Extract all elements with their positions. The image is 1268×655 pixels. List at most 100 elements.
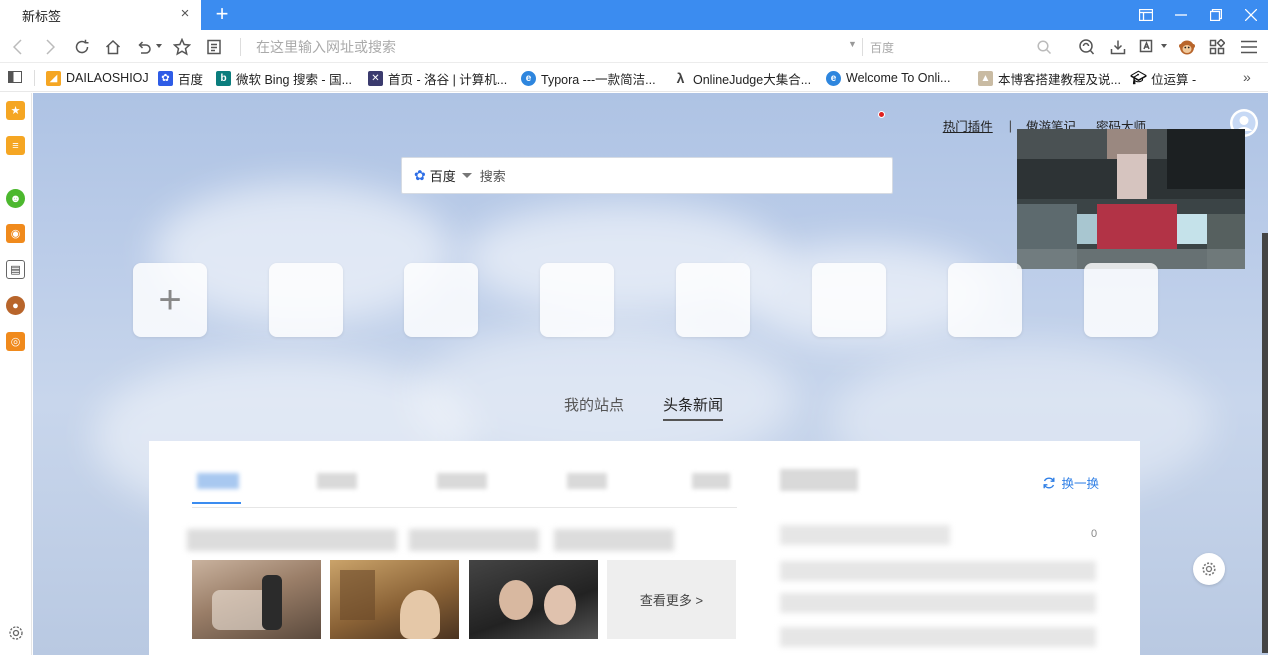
news-panel: 换一换 查看更多 > 0: [149, 441, 1140, 655]
weibo-icon[interactable]: ◎: [6, 332, 25, 351]
monkey-icon[interactable]: ●: [6, 296, 25, 315]
reader-icon[interactable]: [204, 37, 224, 57]
view-more-button[interactable]: 查看更多 >: [607, 560, 736, 639]
search-engine-input[interactable]: 百度: [870, 39, 894, 56]
category-divider: [192, 507, 737, 508]
news-headline[interactable]: [554, 529, 674, 551]
back-icon[interactable]: [8, 37, 28, 57]
scrollbar[interactable]: [1262, 233, 1268, 653]
news-category-tab[interactable]: [437, 473, 487, 489]
bookmark-bing[interactable]: b 微软 Bing 搜索 - 国...: [216, 69, 352, 87]
search-input[interactable]: 搜索: [480, 166, 506, 185]
sidebar-toggle-icon[interactable]: [8, 71, 22, 83]
sidebar: ★ ≡ ☻ ◉ ▤ ● ◎: [0, 93, 32, 655]
site-tile[interactable]: [1084, 263, 1158, 337]
home-icon[interactable]: [103, 37, 123, 57]
screenshot-dropdown-icon[interactable]: [1161, 44, 1167, 48]
news-category-tab[interactable]: [567, 473, 607, 489]
sidebar-settings-icon[interactable]: [8, 625, 24, 641]
apps-grid-icon[interactable]: [1207, 37, 1227, 57]
undo-close-icon[interactable]: [134, 37, 154, 57]
graduation-cap-icon: 🎓︎: [1130, 70, 1147, 85]
window-layout-icon[interactable]: [1129, 0, 1163, 30]
site-tile[interactable]: [269, 263, 343, 337]
search-engine-selector[interactable]: ✿ 百度: [414, 166, 472, 185]
blog-icon: ▲: [978, 70, 993, 86]
news-category-tab[interactable]: [197, 473, 239, 489]
restore-icon[interactable]: [1199, 0, 1233, 30]
bookmark-onlinejudge[interactable]: λ OnlineJudge大集合...: [673, 69, 812, 87]
bookmark-label: 首页 - 洛谷 | 计算机...: [388, 72, 508, 87]
news-category-tab[interactable]: [780, 469, 858, 491]
page-settings-button[interactable]: [1193, 553, 1225, 585]
tab-my-sites[interactable]: 我的站点: [564, 394, 624, 415]
site-tile[interactable]: [812, 263, 886, 337]
active-tab-underline: [663, 419, 723, 421]
feedback-icon[interactable]: [1077, 37, 1097, 57]
news-category-tab[interactable]: [317, 473, 357, 489]
hot-plugins-link[interactable]: 热门插件: [943, 116, 993, 135]
site-tile[interactable]: [948, 263, 1022, 337]
bookmark-label: 百度: [178, 72, 204, 87]
bookmark-bitwise[interactable]: 🎓︎ 位运算 -: [1130, 69, 1197, 87]
minimize-icon[interactable]: [1164, 0, 1198, 30]
tab-title: 新标签: [22, 8, 62, 24]
menu-icon[interactable]: [1239, 37, 1259, 57]
ie-icon: e: [521, 70, 536, 86]
bookmark-typora[interactable]: e Typora ---一款简洁...: [521, 69, 656, 87]
rank-item[interactable]: [780, 593, 1096, 613]
reload-icon[interactable]: [72, 37, 92, 57]
refresh-button[interactable]: 换一换: [1042, 473, 1099, 492]
bookmark-baidu[interactable]: ✿ 百度: [158, 69, 203, 87]
bookmarks-bar: ◢ DAILAOSHIOJ ✿ 百度 b 微软 Bing 搜索 - 国... ✕…: [0, 64, 1268, 92]
forward-icon[interactable]: [40, 37, 60, 57]
tab-new-tab[interactable]: 新标签 ×: [0, 0, 201, 30]
tab-close-icon[interactable]: ×: [177, 6, 193, 22]
active-category-underline: [192, 502, 241, 504]
news-photo[interactable]: [192, 560, 321, 639]
site-tile[interactable]: [540, 263, 614, 337]
notes-icon[interactable]: ≡: [6, 136, 25, 155]
bookmark-blog[interactable]: ▲ 本博客搭建教程及说...: [978, 69, 1121, 87]
bing-icon: b: [216, 70, 231, 86]
site-tile[interactable]: [404, 263, 478, 337]
rss-icon[interactable]: ◉: [6, 224, 25, 243]
close-window-icon[interactable]: [1234, 0, 1268, 30]
download-icon[interactable]: [1108, 37, 1128, 57]
plus-icon: +: [158, 278, 182, 322]
search-box[interactable]: ✿ 百度 搜索: [401, 157, 893, 194]
site-tile[interactable]: [676, 263, 750, 337]
bookmark-dailaoshioj[interactable]: ◢ DAILAOSHIOJ: [46, 69, 149, 87]
monkey-extension-icon[interactable]: [1177, 37, 1197, 57]
address-separator: [240, 38, 241, 56]
rank-item[interactable]: [780, 561, 1096, 581]
undo-dropdown-icon[interactable]: [156, 44, 162, 48]
rank-item[interactable]: [780, 627, 1096, 647]
new-tab-button[interactable]: +: [210, 2, 234, 26]
engine-dropdown-icon[interactable]: ▼: [848, 39, 857, 49]
news-headline[interactable]: [187, 529, 397, 551]
bookmark-welcome[interactable]: e Welcome To Onli...: [826, 69, 950, 87]
news-photo[interactable]: [330, 560, 459, 639]
news-category-tab[interactable]: [692, 473, 730, 489]
news-photo[interactable]: [469, 560, 598, 639]
new-tab-page: 热门插件 | 傲游笔记 密码大师 ✿ 百度 搜索 + 我的站点 头条新闻 换一换…: [33, 93, 1268, 655]
favorites-star-icon[interactable]: ★: [6, 101, 25, 120]
bookmarks-overflow-icon[interactable]: »: [1243, 69, 1251, 85]
bookmarks-separator: [34, 70, 35, 86]
address-input[interactable]: 在这里输入网址或搜索: [256, 38, 836, 56]
bookmark-label: 位运算 -: [1151, 72, 1197, 87]
favorite-star-icon[interactable]: [172, 37, 192, 57]
film-icon[interactable]: ▤: [6, 260, 25, 279]
ie-icon: e: [826, 70, 841, 86]
news-headline[interactable]: [409, 529, 539, 551]
bookmark-luogu[interactable]: ✕ 首页 - 洛谷 | 计算机...: [368, 69, 507, 87]
rank-item[interactable]: [780, 525, 950, 545]
search-icon[interactable]: [1034, 37, 1054, 57]
bookmark-label: DAILAOSHIOJ: [66, 71, 149, 85]
add-site-tile[interactable]: +: [133, 263, 207, 337]
screenshot-icon[interactable]: [1137, 37, 1157, 57]
hot-plugins-badge: [878, 111, 885, 118]
tab-headline-news[interactable]: 头条新闻: [663, 394, 723, 415]
chat-smile-icon[interactable]: ☻: [6, 189, 25, 208]
